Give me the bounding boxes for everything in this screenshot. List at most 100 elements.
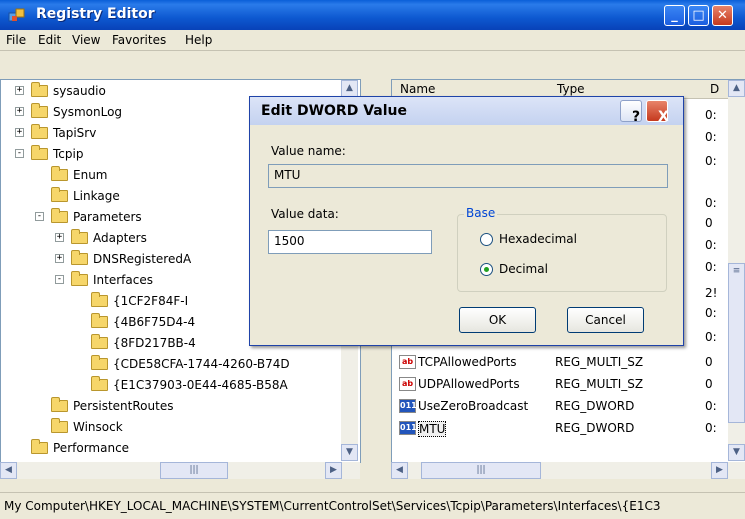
tree-item-label: TapiSrv <box>53 126 97 140</box>
expand-icon[interactable]: + <box>55 233 64 242</box>
value-data-input[interactable]: 1500 <box>268 230 432 254</box>
expand-icon[interactable]: + <box>15 86 24 95</box>
menu-file[interactable]: File <box>6 33 26 47</box>
scroll-left-icon[interactable]: ◀ <box>0 462 17 479</box>
data-cell: 0: <box>705 108 717 122</box>
menu-edit[interactable]: Edit <box>38 33 61 47</box>
table-row[interactable]: ab UDPAllowedPorts REG_MULTI_SZ 0 <box>392 374 745 394</box>
hexadecimal-radio[interactable] <box>480 233 493 246</box>
collapse-icon[interactable]: - <box>15 149 24 158</box>
folder-icon <box>31 145 48 160</box>
tree-item[interactable]: Performance <box>1 439 341 457</box>
data-cell: 0: <box>705 238 717 252</box>
menu-bar: File Edit View Favorites Help <box>0 30 745 51</box>
tree-item-label: DNSRegisteredA <box>93 252 192 266</box>
tree-item[interactable]: {E1C37903-0E44-4685-B58A <box>1 376 341 394</box>
menu-favorites[interactable]: Favorites <box>112 33 166 47</box>
dialog-close-button[interactable]: X <box>646 100 669 125</box>
data-cell: 0: <box>705 306 717 320</box>
folder-icon <box>91 313 108 328</box>
folder-icon <box>91 292 108 307</box>
table-row[interactable]: 011 UseZeroBroadcast REG_DWORD 0: <box>392 396 745 416</box>
tree-item-label: {1CF2F84F-I <box>113 294 189 308</box>
close-button[interactable]: ✕ <box>712 5 733 26</box>
data-cell: 2! <box>705 286 718 300</box>
dialog-title-bar: Edit DWORD Value ? X <box>250 97 683 125</box>
list-vertical-scrollbar[interactable]: ▲ ≡ ▼ <box>728 80 745 461</box>
data-cell: 0: <box>705 260 717 274</box>
list-scroll-left-icon[interactable]: ◀ <box>391 462 408 479</box>
string-value-icon: ab <box>399 377 416 391</box>
tree-item-label: sysaudio <box>53 84 106 98</box>
hexadecimal-label[interactable]: Hexadecimal <box>499 232 577 246</box>
tree-item-label: Tcpip <box>53 147 84 161</box>
expand-icon[interactable]: + <box>15 128 24 137</box>
cell-type: REG_DWORD <box>555 421 635 435</box>
tree-item-label: Parameters <box>73 210 142 224</box>
cell-type: REG_MULTI_SZ <box>555 377 644 391</box>
tree-item[interactable]: PersistentRoutes <box>1 397 341 415</box>
tree-item-label: Linkage <box>73 189 120 203</box>
folder-icon <box>71 271 88 286</box>
column-header-name[interactable]: Name <box>400 82 435 96</box>
folder-icon <box>31 82 48 97</box>
table-row[interactable]: ab TCPAllowedPorts REG_MULTI_SZ 0 <box>392 352 745 372</box>
column-header-type[interactable]: Type <box>557 82 585 96</box>
registry-editor-window: Registry Editor _ □ ✕ File Edit View Fav… <box>0 0 745 519</box>
expand-icon[interactable]: + <box>55 254 64 263</box>
folder-icon <box>51 166 68 181</box>
menu-help[interactable]: Help <box>185 33 212 47</box>
folder-icon <box>51 208 68 223</box>
minimize-button[interactable]: _ <box>664 5 685 26</box>
expand-icon[interactable]: + <box>15 107 24 116</box>
decimal-label[interactable]: Decimal <box>499 262 548 276</box>
data-cell: 0: <box>705 196 717 210</box>
base-label: Base <box>464 206 498 220</box>
string-value-icon: ab <box>399 355 416 369</box>
decimal-radio[interactable] <box>480 263 493 276</box>
value-name-field: MTU <box>268 164 668 188</box>
column-header-data[interactable]: D <box>710 82 719 96</box>
cell-data: 0: <box>705 399 717 413</box>
scroll-right-icon[interactable]: ▶ <box>325 462 342 479</box>
menu-view[interactable]: View <box>72 33 100 47</box>
list-horizontal-scrollbar[interactable]: ◀ ||| ▶ <box>391 462 745 479</box>
folder-icon <box>91 376 108 391</box>
list-scroll-up-icon[interactable]: ▲ <box>728 80 745 97</box>
registry-editor-icon <box>8 7 26 23</box>
ok-button[interactable]: OK <box>459 307 536 333</box>
scroll-up-icon[interactable]: ▲ <box>341 80 358 97</box>
table-row[interactable]: 011 MTU REG_DWORD 0: <box>392 418 745 438</box>
edit-dword-dialog: Edit DWORD Value ? X Value name: MTU Val… <box>249 96 684 346</box>
folder-icon <box>51 187 68 202</box>
status-path: My Computer\HKEY_LOCAL_MACHINE\SYSTEM\Cu… <box>4 499 661 513</box>
collapse-icon[interactable]: - <box>35 212 44 221</box>
collapse-icon[interactable]: - <box>55 275 64 284</box>
value-name-label: Value name: <box>271 144 346 158</box>
cell-name: TCPAllowedPorts <box>418 355 517 369</box>
data-cell: 0: <box>705 130 717 144</box>
dword-value-icon: 011 <box>399 399 417 413</box>
tree-item[interactable]: Winsock <box>1 418 341 436</box>
tree-item-label: Enum <box>73 168 108 182</box>
tree-item[interactable]: {CDE58CFA-1744-4260-B74D <box>1 355 341 373</box>
dword-value-icon: 011 <box>399 421 417 435</box>
scroll-down-icon[interactable]: ▼ <box>341 444 358 461</box>
list-scroll-down-icon[interactable]: ▼ <box>728 444 745 461</box>
list-scroll-right-icon[interactable]: ▶ <box>711 462 728 479</box>
tree-item-label: Winsock <box>73 420 123 434</box>
data-cell: 0 <box>705 216 713 230</box>
folder-icon <box>71 229 88 244</box>
list-vscroll-thumb[interactable]: ≡ <box>728 263 745 423</box>
cancel-button[interactable]: Cancel <box>567 307 644 333</box>
close-icon: X <box>658 109 669 125</box>
base-groupbox: Base Hexadecimal Decimal <box>457 206 667 292</box>
title-bar: Registry Editor _ □ ✕ <box>0 0 745 30</box>
folder-icon <box>51 418 68 433</box>
maximize-button[interactable]: □ <box>688 5 709 26</box>
value-data-label: Value data: <box>271 207 339 221</box>
tree-hscroll-thumb[interactable]: ||| <box>160 462 228 479</box>
tree-horizontal-scrollbar[interactable]: ◀ ||| ▶ <box>0 462 360 479</box>
help-button[interactable]: ? <box>620 100 642 125</box>
list-hscroll-thumb[interactable]: ||| <box>421 462 541 479</box>
